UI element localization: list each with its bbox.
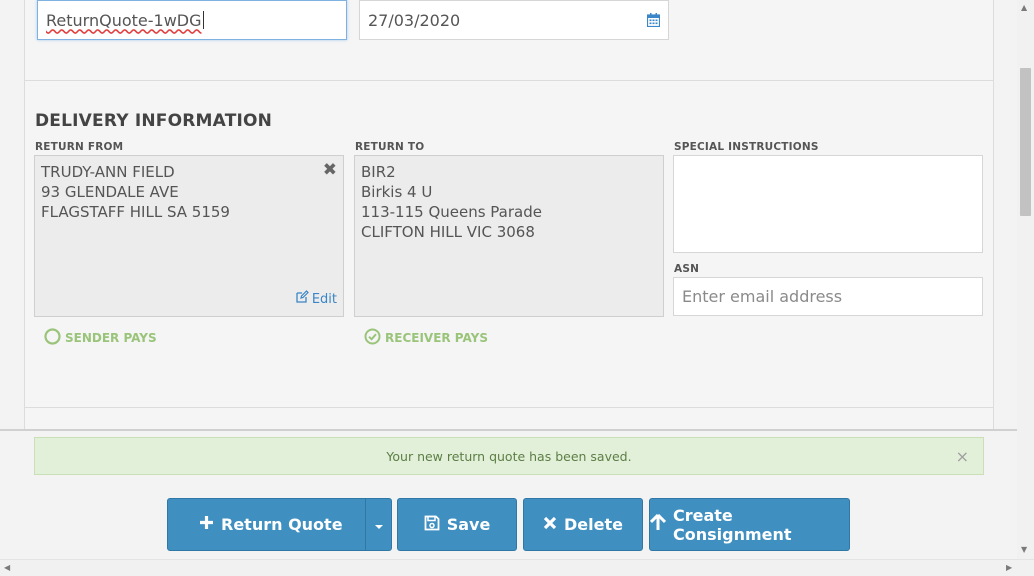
delete-button[interactable]: Delete [523,498,643,551]
return-to-line: CLIFTON HILL VIC 3068 [361,223,535,241]
return-quote-label: Return Quote [221,515,343,534]
save-button[interactable]: Save [397,498,517,551]
alert-close-icon[interactable]: × [956,447,969,466]
date-input[interactable]: 27/03/2020 [359,0,669,40]
delete-label: Delete [564,515,623,534]
sender-pays-label: SENDER PAYS [65,331,157,345]
top-divider [24,80,994,81]
return-to-line: BIR2 [361,163,396,181]
scroll-right-icon[interactable]: ▶ [1006,563,1012,572]
return-from-box: TRUDY-ANN FIELD 93 GLENDALE AVE FLAGSTAF… [34,155,344,317]
save-label: Save [446,515,491,534]
clear-address-close-icon[interactable]: ✖ [323,162,337,179]
scroll-down-icon[interactable]: ▼ [1021,545,1027,554]
special-instructions-label: SPECIAL INSTRUCTIONS [674,141,819,153]
delivery-section-title: DELIVERY INFORMATION [35,111,273,131]
return-from-line: 93 GLENDALE AVE [41,183,179,201]
calendar-icon[interactable] [646,12,661,31]
return-to-line: 113-115 Queens Parade [361,203,542,221]
reference-input[interactable]: ReturnQuote-1wDG [37,0,347,40]
reference-value: ReturnQuote-1wDG [46,10,202,30]
return-to-box: BIR2 Birkis 4 U 113-115 Queens Parade CL… [354,155,664,317]
x-icon [543,515,557,534]
plus-icon [199,515,214,534]
sender-pays-radio[interactable]: SENDER PAYS [44,328,157,348]
asn-email-input[interactable]: Enter email address [673,277,983,316]
return-from-label: RETURN FROM [35,141,124,153]
check-circle-icon [364,328,381,348]
success-alert: Your new return quote has been saved. × [34,437,984,475]
caret-down-icon [374,515,384,534]
return-quote-button[interactable]: Return Quote [167,498,392,551]
receiver-pays-radio[interactable]: RECEIVER PAYS [364,328,488,348]
return-from-line: FLAGSTAFF HILL SA 5159 [41,203,230,221]
return-to-line: Birkis 4 U [361,183,433,201]
scroll-left-icon[interactable]: ◀ [4,563,10,572]
special-instructions-textarea[interactable] [673,155,983,253]
create-consignment-button[interactable]: Create Consignment [649,498,850,551]
return-quote-dropdown-toggle[interactable] [365,499,391,550]
alert-message: Your new return quote has been saved. [386,448,632,464]
save-icon [424,515,440,535]
circle-icon [44,328,61,348]
vertical-scroll-thumb[interactable] [1020,68,1031,216]
arrow-up-icon [649,513,667,535]
vertical-scrollbar[interactable]: ▲ ▼ [1017,0,1034,559]
asn-placeholder: Enter email address [682,287,843,306]
edit-icon [296,290,309,310]
horizontal-scrollbar[interactable]: ◀ ▶ [0,559,1034,576]
return-to-label: RETURN TO [355,141,425,153]
date-value: 27/03/2020 [368,10,461,30]
bottom-divider [24,407,994,408]
create-consignment-label: Create Consignment [673,505,792,544]
footer-border [0,429,1017,431]
scroll-up-icon[interactable]: ▲ [1021,3,1027,12]
asn-label: ASN [674,263,700,275]
edit-address-link[interactable]: Edit [296,290,337,310]
return-from-line: TRUDY-ANN FIELD [41,163,175,181]
text-caret [202,11,204,29]
receiver-pays-label: RECEIVER PAYS [385,331,488,345]
edit-label: Edit [311,292,337,307]
